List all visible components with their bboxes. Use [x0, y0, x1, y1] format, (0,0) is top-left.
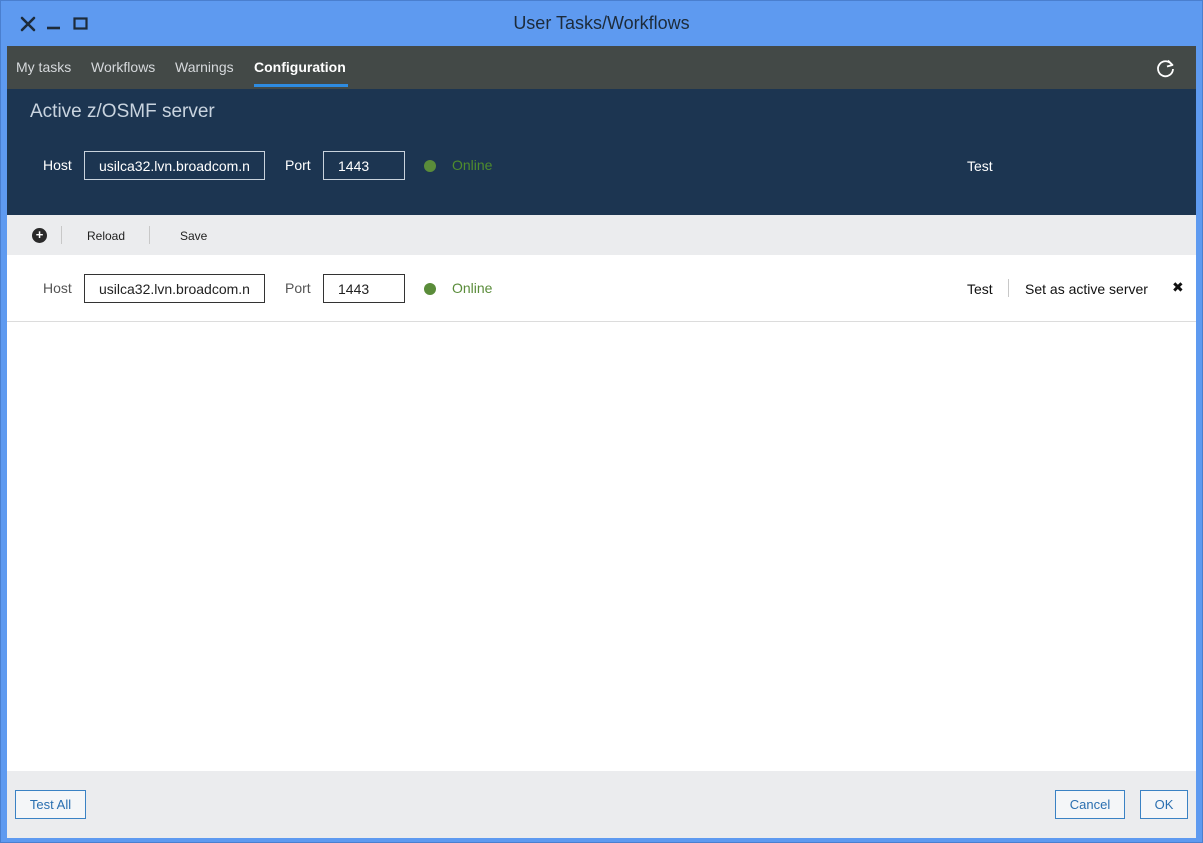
active-host-field[interactable]	[84, 151, 265, 180]
ok-button[interactable]: OK	[1140, 790, 1188, 819]
host-field[interactable]	[84, 274, 265, 303]
active-tab-indicator	[254, 84, 348, 87]
test-all-button[interactable]: Test All	[15, 790, 86, 819]
tab-warnings[interactable]: Warnings	[175, 59, 234, 75]
toolbar-divider	[61, 226, 62, 244]
reload-button[interactable]: Reload	[87, 229, 125, 243]
toolbar-divider	[149, 226, 150, 244]
port-label: Port	[285, 157, 311, 173]
active-server-heading: Active z/OSMF server	[30, 101, 215, 122]
tab-workflows[interactable]: Workflows	[91, 59, 155, 75]
tab-configuration[interactable]: Configuration	[254, 59, 346, 75]
host-label: Host	[43, 280, 72, 296]
tab-my-tasks[interactable]: My tasks	[16, 59, 71, 75]
tab-bar: My tasks Workflows Warnings Configuratio…	[7, 46, 1196, 89]
test-button[interactable]: Test	[967, 281, 993, 297]
close-icon[interactable]: ✖	[1172, 279, 1184, 296]
status-text: Online	[452, 280, 493, 296]
app-window: User Tasks/Workflows My tasks Workflows …	[0, 0, 1203, 843]
server-toolbar: + Reload Save	[7, 215, 1196, 255]
title-bar: User Tasks/Workflows	[1, 1, 1202, 46]
refresh-icon[interactable]	[1155, 57, 1177, 79]
main-content: My tasks Workflows Warnings Configuratio…	[7, 46, 1196, 838]
port-label: Port	[285, 280, 311, 296]
window-title: User Tasks/Workflows	[513, 13, 690, 33]
status-text: Online	[452, 157, 493, 173]
test-button[interactable]: Test	[967, 158, 993, 174]
cancel-button[interactable]: Cancel	[1055, 790, 1125, 819]
status-online-icon	[424, 283, 436, 295]
row-divider	[1008, 279, 1009, 297]
set-active-server-button[interactable]: Set as active server	[1025, 281, 1148, 297]
dialog-footer: Test All Cancel OK	[7, 771, 1196, 838]
port-field[interactable]	[323, 274, 405, 303]
host-label: Host	[43, 157, 72, 173]
active-server-section: Active z/OSMF server Host Port Online Te…	[7, 89, 1196, 215]
status-online-icon	[424, 160, 436, 172]
plus-circle-icon[interactable]: +	[32, 228, 47, 243]
active-port-field[interactable]	[323, 151, 405, 180]
server-row: Host Port Online Test Set as active serv…	[7, 255, 1196, 322]
save-button[interactable]: Save	[180, 229, 207, 243]
